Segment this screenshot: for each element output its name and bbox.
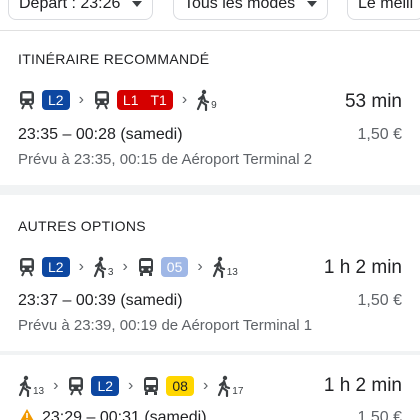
train-icon <box>20 258 34 277</box>
best-route-chip[interactable]: Le meill <box>347 0 420 20</box>
line-badge-l2: L2 <box>91 376 120 396</box>
route-times: 23:37 – 00:39 (samedi) <box>18 292 183 309</box>
chevron-right-icon: › <box>181 91 188 108</box>
section-divider <box>0 185 420 195</box>
chevron-right-icon: › <box>122 258 128 275</box>
chevron-right-icon: › <box>78 258 84 275</box>
walk-segment: 3 <box>93 256 114 278</box>
line-badge-t1: T1 <box>144 90 173 110</box>
walk-minutes: 3 <box>107 267 114 278</box>
bus-icon <box>138 258 153 276</box>
route-duration: 53 min <box>344 91 402 112</box>
section-title-other: AUTRES OPTIONS <box>18 218 146 234</box>
walk-minutes: 13 <box>33 386 45 397</box>
other-route-card-2[interactable]: 13 › L2 › 08 › 17 1 h 2 min 23:29 – 00:3… <box>0 355 420 420</box>
departure-time-chip[interactable]: Départ : 23:26 <box>8 0 154 20</box>
walk-segment: 17 <box>217 375 243 397</box>
caret-down-icon <box>307 1 318 7</box>
chevron-right-icon: › <box>53 377 59 394</box>
chevron-right-icon: › <box>128 377 134 394</box>
walk-minutes: 13 <box>226 267 238 278</box>
line-badge-l2: L2 <box>42 257 70 277</box>
walk-icon <box>197 89 210 111</box>
chevron-right-icon: › <box>202 377 209 394</box>
filter-bar: Départ : 23:26 Tous les modes Le meill <box>0 0 420 31</box>
walk-minutes: 17 <box>232 386 244 397</box>
route-price: 1,50 € <box>357 409 402 420</box>
train-icon <box>94 91 109 110</box>
line-badge-l1-t1: L1 T1 <box>116 90 173 110</box>
route-detail: Prévu à 23:39, 00:19 de Aéroport Termina… <box>18 317 313 334</box>
train-icon <box>20 91 34 110</box>
caret-down-icon <box>132 1 143 7</box>
walk-icon <box>218 375 231 397</box>
bus-badge-05: 05 <box>160 257 189 277</box>
route-detail: Prévu à 23:35, 00:15 de Aéroport Termina… <box>18 151 313 168</box>
modes-chip[interactable]: Tous les modes <box>173 0 329 20</box>
line-badge-l1: L1 <box>116 90 145 110</box>
walk-minutes: 9 <box>211 100 217 111</box>
route-times: 23:29 – 00:31 (samedi) <box>42 409 207 420</box>
route-legs: L2 › 3 › 05 › 13 <box>18 254 238 280</box>
route-duration: 1 h 2 min <box>323 375 402 396</box>
route-legs: 13 › L2 › 08 › 17 <box>18 373 243 399</box>
walk-segment: 9 <box>196 89 217 111</box>
route-times: 23:35 – 00:28 (samedi) <box>18 126 183 143</box>
bus-icon <box>144 377 159 395</box>
bus-badge-08: 08 <box>166 376 194 396</box>
walk-segment: 13 <box>212 256 238 278</box>
train-icon <box>69 377 84 396</box>
chevron-right-icon: › <box>78 91 84 108</box>
walk-icon <box>93 256 107 278</box>
section-title-recommended: ITINÉRAIRE RECOMMANDÉ <box>18 51 210 67</box>
chevron-right-icon: › <box>197 258 203 275</box>
other-route-card-1[interactable]: AUTRES OPTIONS L2 › 3 › 05 › 13 1 h 2 mi… <box>0 195 420 351</box>
warning-icon <box>20 409 34 420</box>
walk-segment: 13 <box>18 375 44 397</box>
departure-time-label: Départ : 23:26 <box>19 0 121 12</box>
best-route-label: Le meill <box>358 0 414 12</box>
route-duration: 1 h 2 min <box>323 257 402 278</box>
walk-icon <box>212 256 225 278</box>
modes-label: Tous les modes <box>184 0 296 12</box>
recommended-route-card[interactable]: ITINÉRAIRE RECOMMANDÉ L2 › L1 T1 › 9 53 … <box>0 31 420 185</box>
line-badge-l2: L2 <box>42 90 70 110</box>
walk-icon <box>18 375 32 397</box>
route-legs: L2 › L1 T1 › 9 <box>18 87 217 113</box>
route-price: 1,50 € <box>357 126 402 143</box>
route-price: 1,50 € <box>357 292 402 309</box>
